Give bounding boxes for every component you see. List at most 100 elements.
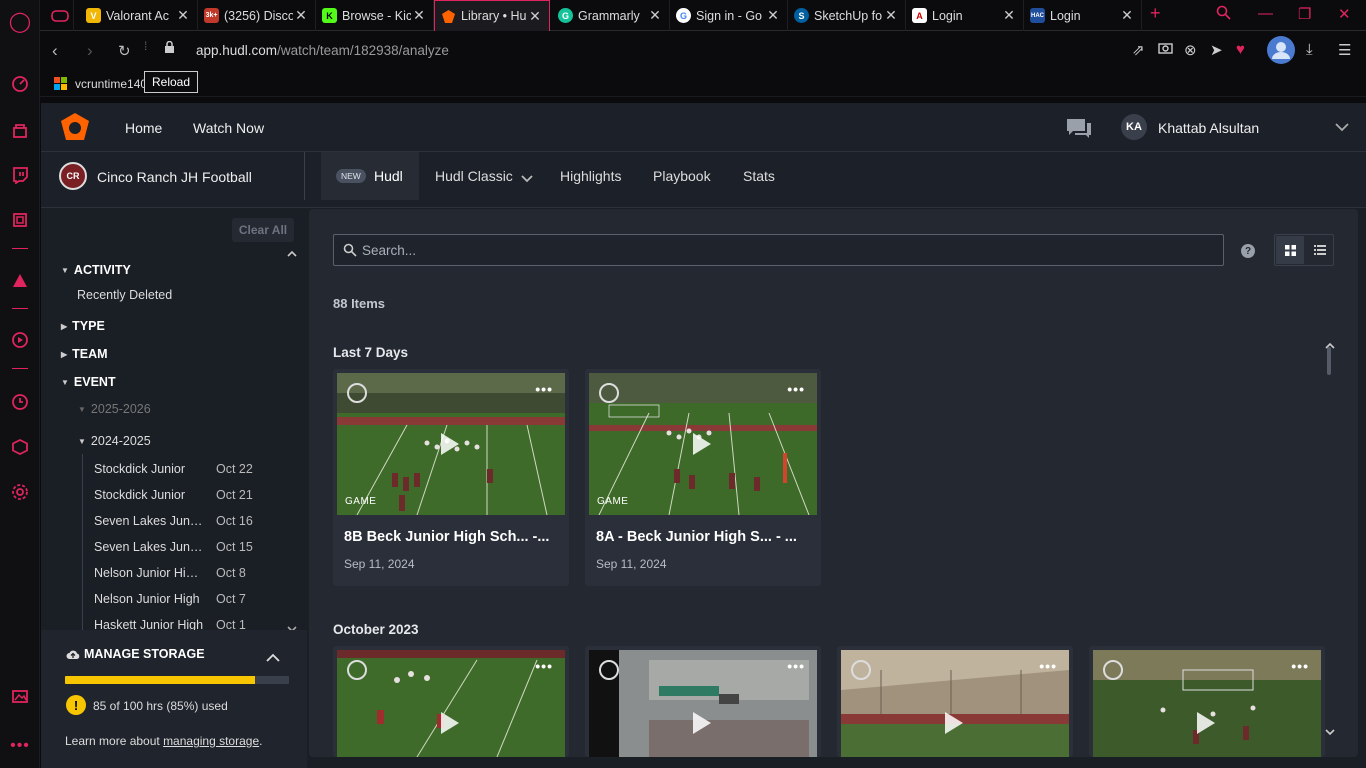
tab-hudl[interactable]: NEW Hudl [321,152,419,200]
tab-valorant[interactable]: V Valorant Ac ✕ [80,0,198,31]
play-icon[interactable] [1197,712,1215,734]
close-icon[interactable]: ✕ [175,7,191,24]
tab-google-signin[interactable]: G Sign in - Go ✕ [670,0,788,31]
share-icon[interactable]: ⇗ [1132,41,1145,59]
easy-setup-icon[interactable]: ☰ [1338,41,1351,59]
tab-hudl-classic[interactable]: Hudl Classic [435,168,513,184]
video-card[interactable]: ••• GAME 8B Beck Junior High Sch... -...… [333,369,569,586]
tab-hudl-library[interactable]: Library • Hu ✕ [434,0,550,31]
tab-highlights[interactable]: Highlights [560,168,621,184]
team-name[interactable]: Cinco Ranch JH Football [97,169,252,185]
forward-icon[interactable]: › [87,41,93,61]
user-name[interactable]: Khattab Alsultan [1158,120,1259,136]
video-title[interactable]: 8A - Beck Junior High S... - ... [596,529,797,545]
video-card[interactable]: ••• [333,646,569,757]
play-icon[interactable] [945,712,963,734]
season-2025-2026[interactable]: ▼ 2025-2026 [78,402,151,416]
aria-icon[interactable] [8,268,32,292]
select-circle[interactable] [599,383,619,403]
select-circle[interactable] [599,660,619,680]
extensions-icon[interactable] [8,435,32,459]
more-options-icon[interactable]: ••• [1291,658,1309,674]
history-icon[interactable] [8,390,32,414]
recently-deleted[interactable]: Recently Deleted [77,288,172,302]
team-logo-icon[interactable]: CR [59,162,87,190]
cpu-icon[interactable] [8,208,32,232]
list-view-icon[interactable] [1306,236,1334,264]
settings-icon[interactable] [8,480,32,504]
video-card[interactable]: ••• [837,646,1073,757]
profile-avatar-icon[interactable] [1266,35,1296,69]
lock-icon[interactable] [164,40,175,57]
tab-sketchup[interactable]: S SketchUp fo ✕ [788,0,906,31]
more-options-icon[interactable]: ••• [535,381,553,397]
grid-view-icon[interactable] [1276,236,1304,264]
tab-grammarly[interactable]: G Grammarly ✕ [552,0,670,31]
store-icon[interactable] [8,118,32,142]
video-card[interactable]: ••• GAME 8A - Beck Junior High S... - ..… [585,369,821,586]
season-2024-2025[interactable]: ▼ 2024-2025 [78,434,151,448]
more-options-icon[interactable]: ••• [1039,658,1057,674]
heart-icon[interactable]: ♥ [1236,41,1245,58]
search-tabs-icon[interactable] [1216,5,1231,24]
more-options-icon[interactable]: ••• [787,658,805,674]
close-icon[interactable]: ✕ [883,7,899,24]
more-icon[interactable]: ••• [8,734,32,758]
tab-kick[interactable]: K Browse - Kic ✕ [316,0,434,31]
scrollbar-thumb[interactable] [1327,347,1331,375]
adblock-icon[interactable]: ⊗ [1184,41,1197,59]
play-icon[interactable] [441,712,459,734]
gallery-icon[interactable] [8,684,32,708]
tab-login-1[interactable]: A Login ✕ [906,0,1024,31]
chevron-down-icon[interactable] [1335,119,1349,135]
more-options-icon[interactable]: ••• [535,658,553,674]
video-thumbnail[interactable]: ••• GAME [589,373,817,515]
video-thumbnail[interactable]: ••• [337,650,565,757]
hudl-logo-icon[interactable] [59,112,91,147]
select-circle[interactable] [1103,660,1123,680]
tab-stats[interactable]: Stats [743,168,775,184]
video-card[interactable]: ••• [1089,646,1325,757]
collapse-up-icon[interactable] [287,250,297,261]
managing-storage-link[interactable]: managing storage [163,734,259,748]
bookmark-item[interactable]: vcruntime140 [75,77,145,91]
play-icon[interactable] [693,433,711,455]
select-circle[interactable] [347,660,367,680]
restore-icon[interactable]: ❐ [1298,5,1311,23]
clear-all-button[interactable]: Clear All [232,218,294,242]
scroll-down-icon[interactable] [1325,723,1335,741]
close-icon[interactable]: ✕ [411,7,427,24]
twitch-icon[interactable] [8,163,32,187]
tab-discord[interactable]: 3k+ (3256) Disco ✕ [198,0,316,31]
filter-type[interactable]: ▶ TYPE [61,319,105,333]
new-tab-icon[interactable]: + [1150,3,1161,24]
nav-home[interactable]: Home [125,120,162,136]
select-circle[interactable] [347,383,367,403]
more-options-icon[interactable]: ••• [787,381,805,397]
user-avatar[interactable]: KA [1121,114,1147,140]
camera-icon[interactable] [1158,41,1173,58]
window-close-icon[interactable]: ✕ [1338,5,1351,23]
close-icon[interactable]: ✕ [1001,7,1017,24]
download-icon[interactable]: ⤓ [1306,41,1313,58]
select-circle[interactable] [851,660,871,680]
video-thumbnail[interactable]: ••• [589,650,817,757]
play-icon[interactable] [441,433,459,455]
nav-watch-now[interactable]: Watch Now [193,120,264,136]
reload-icon[interactable]: ↻ [118,42,131,60]
chevron-up-icon[interactable] [266,649,280,667]
opera-logo-icon[interactable]: ◯ [8,9,32,33]
close-icon[interactable]: ✕ [527,8,543,25]
close-icon[interactable]: ✕ [1119,7,1135,24]
chevron-down-icon[interactable] [521,170,533,188]
filter-activity[interactable]: ▼ ACTIVITY [61,263,131,277]
play-icon[interactable] [693,712,711,734]
send-icon[interactable]: ➤ [1210,41,1223,59]
video-thumbnail[interactable]: ••• [841,650,1069,757]
video-thumbnail[interactable]: ••• [1093,650,1321,757]
minimize-icon[interactable]: — [1258,5,1273,22]
close-icon[interactable]: ✕ [293,7,309,24]
tab-login-2[interactable]: HAC Login ✕ [1024,0,1142,31]
speed-dial-icon[interactable] [8,72,32,96]
filter-team[interactable]: ▶ TEAM [61,347,108,361]
